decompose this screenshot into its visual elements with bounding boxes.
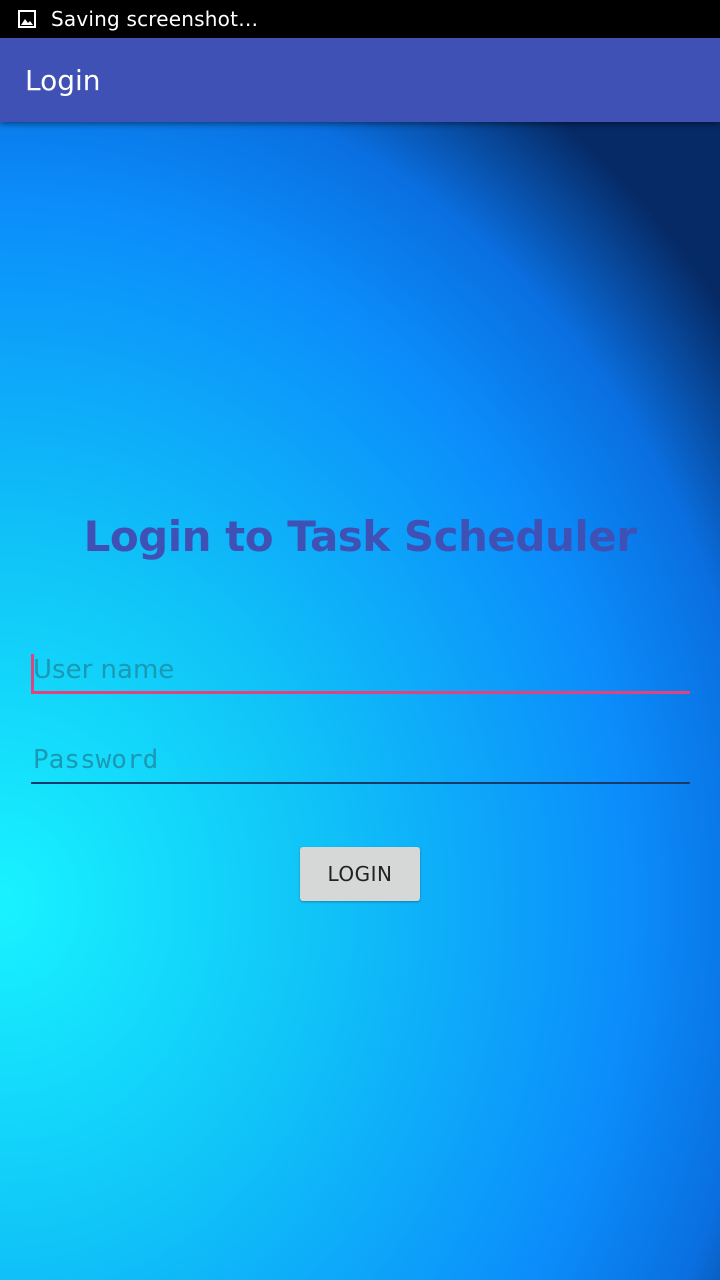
status-notification-text: Saving screenshot… <box>51 7 259 31</box>
image-icon <box>18 10 36 28</box>
login-button[interactable]: LOGIN <box>300 847 420 901</box>
status-bar: Saving screenshot… <box>0 0 720 38</box>
login-content: Login to Task Scheduler LOGIN <box>0 122 720 1280</box>
app-bar: Login <box>0 38 720 122</box>
username-input[interactable] <box>31 648 690 694</box>
text-cursor <box>31 654 34 692</box>
password-input[interactable] <box>31 738 690 784</box>
page-title: Login to Task Scheduler <box>83 512 637 561</box>
login-screen: Saving screenshot… Login Login to Task S… <box>0 0 720 1280</box>
app-bar-title: Login <box>25 63 101 97</box>
